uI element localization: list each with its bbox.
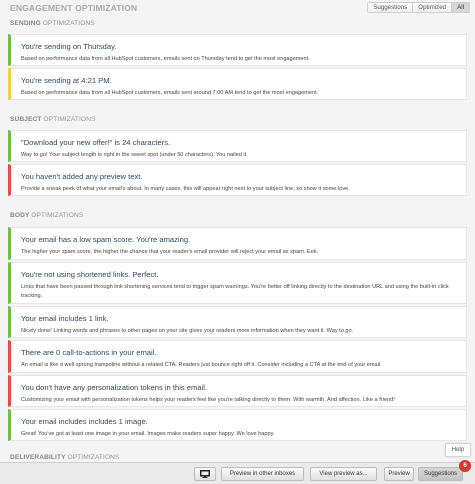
card-personalization: You don't have any personalization token… [8, 375, 467, 407]
card-body: Provide a sneak peek of what your email'… [21, 186, 350, 192]
card-head: You're not using shortened links. Perfec… [21, 270, 159, 279]
card-spam-score: Your email has a low spam score. You're … [8, 227, 467, 260]
suggestions-count-badge: 6 [459, 460, 471, 472]
suggestions-button[interactable]: Suggestions [418, 467, 463, 481]
card-subject-length: "Download your new offer!" is 24 charact… [8, 130, 467, 162]
section-title-deliverability: DELIVERABILITY OPTIMIZATIONS [10, 454, 120, 461]
card-preview-text: You haven't added any preview text. Prov… [8, 164, 467, 196]
card-shortened-links: You're not using shortened links. Perfec… [8, 262, 467, 304]
panel-header: ENGAGEMENT OPTIMIZATION Suggestions Opti… [0, 0, 475, 16]
filter-toggle: Suggestions Optimized All [367, 2, 470, 13]
card-body: Great! You've got at least one image in … [21, 431, 275, 437]
section-title-body-suffix: OPTIMIZATIONS [31, 212, 84, 219]
filter-suggestions[interactable]: Suggestions [368, 3, 414, 12]
section-title-subject-suffix: OPTIMIZATIONS [43, 116, 96, 123]
section-title-sending: SENDING OPTIMIZATIONS [10, 20, 95, 27]
card-body: An email is like a well sprung trampolin… [21, 362, 382, 368]
section-title-subject-strong: SUBJECT [10, 116, 42, 123]
monitor-icon [200, 470, 210, 478]
section-title-deliverability-strong: DELIVERABILITY [10, 454, 66, 461]
engagement-optimization-panel: ENGAGEMENT OPTIMIZATION Suggestions Opti… [0, 0, 475, 484]
card-head: You haven't added any preview text. [21, 172, 143, 181]
card-images: Your email includes includes 1 image. Gr… [8, 409, 467, 441]
card-body: Nicely done! Linking words and phrases t… [21, 328, 354, 334]
card-links: Your email includes 1 link. Nicely done!… [8, 306, 467, 338]
card-head: "Download your new offer!" is 24 charact… [21, 138, 171, 147]
section-title-subject: SUBJECT OPTIMIZATIONS [10, 116, 96, 123]
view-preview-as-button[interactable]: View preview as... [310, 467, 377, 481]
card-head: You're sending at 4:21 PM. [21, 76, 112, 85]
section-title-deliverability-suffix: OPTIMIZATIONS [67, 454, 120, 461]
card-body: Way to go! Your subject length is right … [21, 152, 248, 158]
filter-optimized[interactable]: Optimized [413, 3, 453, 12]
card-head: Your email includes 1 link. [21, 314, 109, 323]
section-title-body-strong: BODY [10, 212, 30, 219]
section-title-sending-strong: SENDING [10, 20, 41, 27]
card-head: Your email includes includes 1 image. [21, 417, 148, 426]
preview-button[interactable]: Preview [384, 467, 414, 481]
bottom-toolbar: Preview in other inboxes View preview as… [0, 462, 475, 484]
card-body: The higher your spam score, the higher t… [21, 249, 319, 255]
card-sending-time: You're sending at 4:21 PM. Based on perf… [8, 68, 467, 100]
card-body: Based on performance data from all HubSp… [21, 56, 310, 62]
device-preview-button[interactable] [194, 467, 216, 481]
preview-other-inboxes-button[interactable]: Preview in other inboxes [221, 467, 304, 481]
card-head: Your email has a low spam score. You're … [21, 235, 191, 244]
card-head: There are 0 call-to-actions in your emai… [21, 348, 157, 357]
card-cta: There are 0 call-to-actions in your emai… [8, 340, 467, 373]
card-sending-day: You're sending on Thursday. Based on per… [8, 34, 467, 66]
card-body: Customizing your email with personalizat… [21, 397, 395, 403]
panel-title: ENGAGEMENT OPTIMIZATION [10, 3, 138, 13]
section-title-body: BODY OPTIMIZATIONS [10, 212, 83, 219]
card-head: You don't have any personalization token… [21, 383, 208, 392]
card-body: Based on performance data from all HubSp… [21, 90, 319, 96]
help-button[interactable]: Help [445, 443, 471, 457]
filter-all[interactable]: All [452, 3, 469, 12]
card-body: Links that have been passed through link… [21, 284, 449, 299]
card-head: You're sending on Thursday. [21, 42, 117, 51]
section-title-sending-suffix: OPTIMIZATIONS [42, 20, 95, 27]
